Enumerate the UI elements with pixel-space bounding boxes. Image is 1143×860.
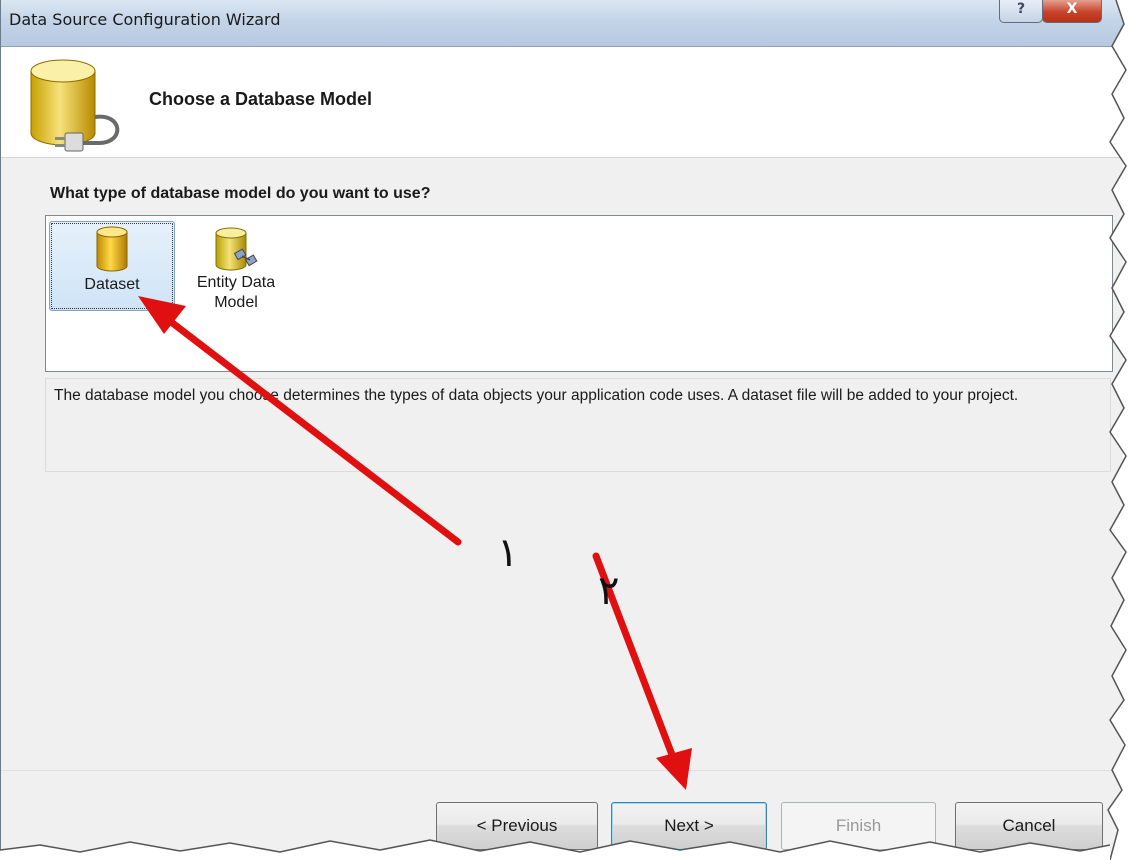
cancel-button[interactable]: Cancel	[955, 802, 1103, 850]
model-question-label: What type of database model do you want …	[50, 185, 431, 202]
database-plug-icon	[30, 59, 120, 152]
close-button[interactable]: X	[1042, 0, 1102, 23]
help-icon: ?	[1016, 1, 1026, 17]
footer-divider	[1, 770, 1123, 771]
finish-button[interactable]: Finish	[781, 802, 936, 850]
entity-data-model-label-line2: Model	[214, 294, 258, 311]
entity-data-model-label-line1: Entity Data	[196, 274, 276, 291]
step-1-label: ١	[497, 530, 519, 576]
next-button[interactable]: Next >	[611, 802, 767, 850]
help-button[interactable]: ?	[999, 0, 1043, 23]
step-2-label: ٢	[598, 568, 620, 614]
database-model-list[interactable]: Dataset Entity Data Model	[45, 215, 1113, 372]
list-item-entity-data-model[interactable]: Entity Data Model	[186, 221, 286, 311]
window-title: Data Source Configuration Wizard	[9, 10, 281, 29]
entity-data-model-icon	[215, 227, 258, 271]
page-title: Choose a Database Model	[149, 89, 373, 109]
wizard-window: Data Source Configuration Wizard ? X Cho…	[0, 0, 1123, 860]
dataset-cylinder-icon	[96, 226, 128, 272]
title-bar: Data Source Configuration Wizard ? X	[1, 0, 1123, 47]
list-item-dataset[interactable]: Dataset	[49, 221, 175, 311]
previous-button[interactable]: < Previous	[436, 802, 598, 850]
wizard-header: Choose a Database Model	[1, 47, 1123, 158]
dataset-label: Dataset	[84, 276, 140, 293]
model-description: The database model you choose determines…	[45, 378, 1111, 472]
close-icon: X	[1066, 1, 1078, 17]
